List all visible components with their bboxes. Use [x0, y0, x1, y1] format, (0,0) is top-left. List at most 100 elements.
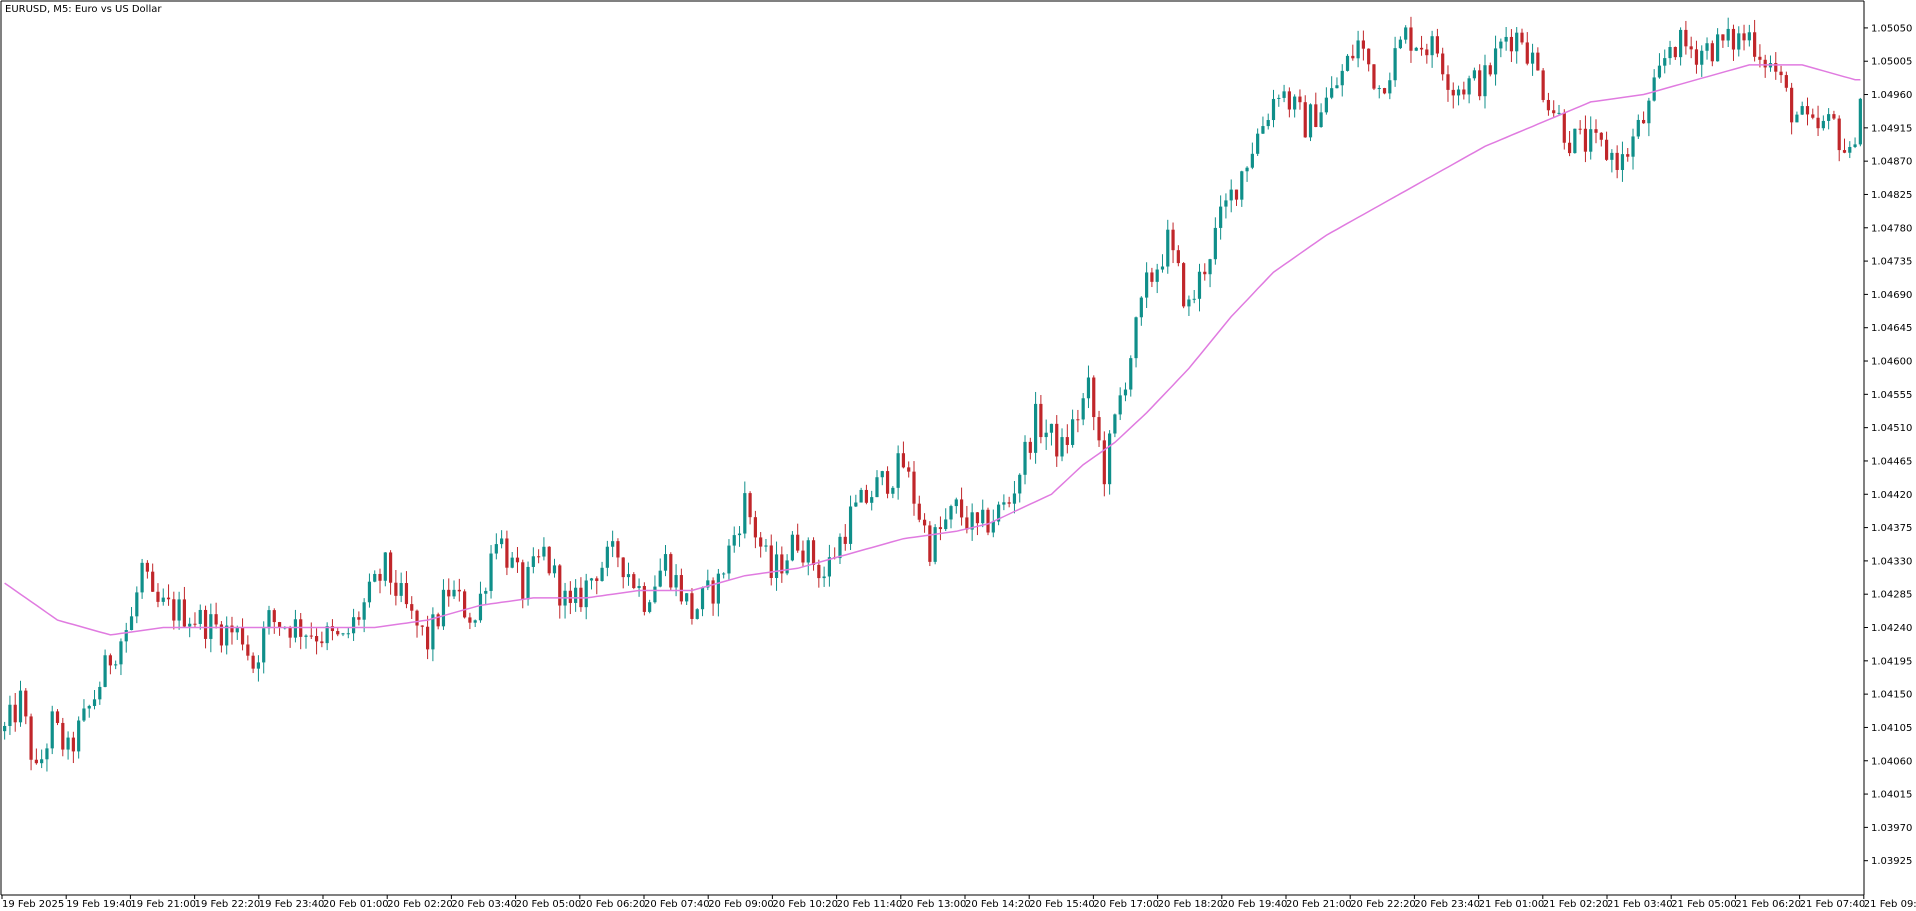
candle-body	[1573, 128, 1577, 154]
candle-body	[1805, 106, 1810, 115]
time-tick-label: 19 Feb 23:40	[259, 899, 325, 910]
candle-body	[589, 578, 594, 581]
candle-body	[145, 562, 149, 572]
candle-body	[1657, 65, 1662, 78]
candle-body	[489, 553, 493, 591]
candle-body	[1303, 102, 1307, 138]
candle-body	[182, 599, 186, 627]
candle-body	[61, 722, 65, 750]
candle-body	[959, 499, 964, 518]
candle-body	[214, 614, 218, 625]
candle-body	[769, 545, 773, 579]
time-tick-label: 20 Feb 14:20	[965, 899, 1031, 910]
candle-body	[1848, 146, 1852, 153]
price-tick-label: 1.04285	[1871, 590, 1912, 601]
candle-body	[584, 580, 588, 608]
candle-body	[410, 604, 414, 611]
candle-body	[552, 565, 557, 574]
candle-body	[611, 541, 615, 547]
time-tick-label: 19 Feb 19:40	[66, 899, 132, 910]
candle-body	[1388, 80, 1392, 94]
candle-body	[1028, 441, 1032, 453]
candle-body	[1631, 136, 1635, 157]
price-tick-label: 1.04825	[1871, 190, 1912, 201]
candle-body	[616, 541, 620, 558]
candle-body	[50, 711, 54, 749]
candle-body	[193, 623, 197, 625]
candle-body	[240, 627, 245, 645]
candle-body	[1594, 129, 1598, 133]
candle-body	[1171, 229, 1175, 251]
candle-body	[1356, 40, 1360, 59]
candle-body	[399, 583, 403, 596]
candle-body	[1673, 46, 1677, 58]
candle-body	[1039, 403, 1043, 438]
price-tick-label: 1.04555	[1871, 390, 1912, 401]
candle-body	[1261, 126, 1265, 134]
candle-body	[304, 635, 308, 637]
candle-body	[1007, 502, 1011, 504]
candle-body	[166, 597, 171, 600]
candle-body	[1599, 132, 1603, 140]
candle-body	[806, 540, 810, 563]
candle-body	[1055, 423, 1059, 457]
candle-body	[1256, 133, 1260, 154]
chart-canvas[interactable]: 1.05050 1.05005 1.04960 1.04915 1.04870 1.048…	[0, 0, 1916, 911]
candle-body	[177, 599, 181, 621]
candle-body	[790, 534, 794, 561]
candle-body	[1779, 71, 1783, 76]
candle-body	[1065, 437, 1069, 445]
time-tick-label: 21 Feb 01:00	[1479, 899, 1545, 910]
candle-body	[1758, 56, 1762, 60]
candle-body	[1076, 419, 1080, 421]
candle-body	[938, 527, 943, 530]
candle-body	[484, 590, 488, 594]
candle-body	[574, 587, 578, 603]
candle-body	[34, 759, 38, 764]
candle-body	[1414, 47, 1418, 51]
candle-body	[272, 610, 276, 623]
candle-body	[1441, 53, 1445, 75]
candle-body	[288, 627, 292, 638]
candle-body	[129, 616, 134, 631]
candle-body	[1298, 96, 1302, 103]
candle-body	[336, 631, 340, 635]
price-tick-label: 1.04330	[1871, 556, 1912, 567]
candle-body	[1821, 120, 1825, 129]
candle-body	[1044, 432, 1048, 438]
candle-body	[1097, 417, 1101, 441]
price-tick-label: 1.04915	[1871, 123, 1912, 134]
candle-body	[737, 533, 742, 536]
candle-body	[1123, 389, 1128, 396]
candle-body	[521, 562, 525, 600]
candle-body	[732, 535, 736, 546]
candle-body	[621, 557, 625, 578]
candle-body	[151, 571, 155, 592]
time-tick-label: 21 Feb 03:40	[1607, 899, 1673, 910]
candle-body	[320, 641, 324, 644]
time-tick-label: 20 Feb 01:00	[323, 899, 389, 910]
candle-body	[838, 536, 842, 559]
candle-body	[373, 573, 377, 582]
candle-body	[1071, 419, 1075, 445]
candle-body	[817, 564, 821, 579]
candle-body	[1827, 114, 1831, 121]
candle-body	[663, 554, 668, 571]
time-tick-label: 19 Feb 21:00	[130, 899, 196, 910]
candle-body	[1858, 98, 1862, 145]
candle-body	[526, 566, 530, 600]
candle-body	[944, 519, 948, 530]
candle-body	[1129, 358, 1133, 390]
candle-body	[92, 699, 97, 706]
candle-body	[1763, 59, 1767, 68]
price-tick-label: 1.04870	[1871, 157, 1912, 168]
candle-body	[441, 589, 446, 627]
price-tick-label: 1.04690	[1871, 290, 1912, 301]
candle-body	[1451, 89, 1455, 96]
candle-body	[922, 519, 927, 526]
price-tick-label: 1.04510	[1871, 423, 1912, 434]
time-tick-label: 20 Feb 13:00	[901, 899, 967, 910]
candle-body	[1462, 89, 1466, 95]
candle-body	[40, 759, 44, 764]
candle-body	[1277, 97, 1281, 99]
